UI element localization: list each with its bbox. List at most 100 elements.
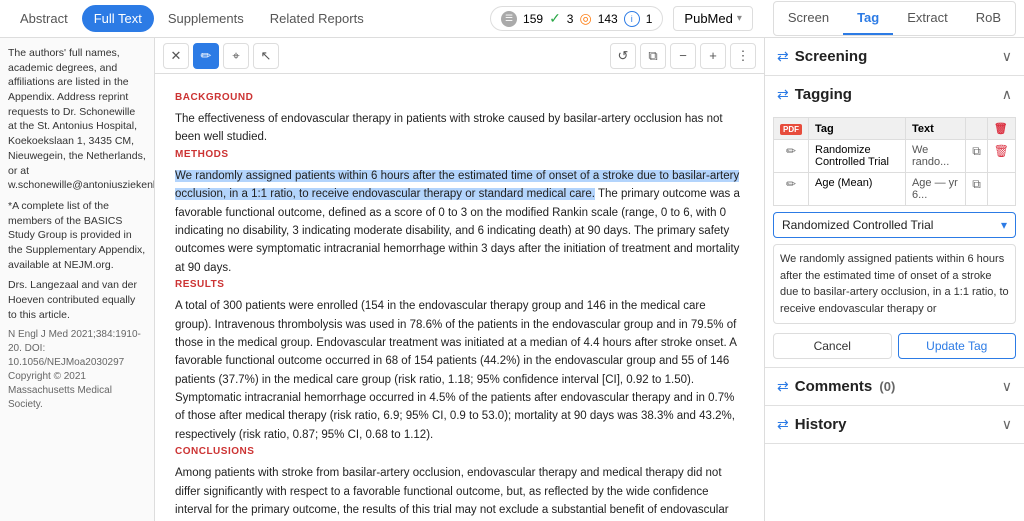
update-tag-button[interactable]: Update Tag [898, 333, 1017, 359]
screening-section: ⇄ Screening ∨ [765, 38, 1024, 76]
center-toolbar: ✕ ✏ ⌖ ↖ ↺ ⧉ − + ⋮ [155, 38, 764, 74]
stat-total-icon: ☰ [501, 11, 517, 27]
stat-checked-value: 3 [567, 12, 574, 26]
tab-related-reports[interactable]: Related Reports [258, 5, 376, 32]
tag-textarea[interactable] [773, 244, 1016, 324]
comments-refresh-icon: ⇄ [777, 378, 789, 395]
section-methods-title: METHODS [175, 147, 744, 163]
tag-action-buttons: Cancel Update Tag [773, 333, 1016, 359]
tag-dropdown[interactable]: Randomized Controlled Trial ▾ [773, 212, 1016, 238]
pubmed-button[interactable]: PubMed ▾ [673, 6, 752, 31]
tag-dropdown-container: Randomized Controlled Trial ▾ [773, 212, 1016, 238]
pencil-icon: ✏ [786, 144, 796, 158]
refresh-tool[interactable]: ↺ [610, 43, 636, 69]
section-results-title: RESULTS [175, 277, 744, 293]
sidebar-citation: N Engl J Med 2021;384:1910-20. DOI: 10.1… [8, 328, 146, 412]
history-title: History [795, 416, 847, 433]
copy-icon: ⧉ [972, 177, 981, 191]
right-panel: ⇄ Screening ∨ ⇄ Tagging ∧ [764, 38, 1024, 521]
section-conclusions-title: CONCLUSIONS [175, 444, 744, 460]
row1-pencil[interactable]: ✏ [774, 140, 809, 173]
right-panel-tabs: Screen Tag Extract RoB [773, 1, 1016, 36]
section-methods-text: We randomly assigned patients within 6 h… [175, 167, 744, 277]
tab-tag[interactable]: Tag [843, 2, 893, 35]
tab-fulltext[interactable]: Full Text [82, 5, 154, 32]
section-results-text: A total of 300 patients were enrolled (1… [175, 297, 744, 444]
comments-count-badge: (0) [879, 379, 895, 394]
dropdown-chevron-icon: ▾ [1001, 218, 1007, 232]
table-row: ✏ Randomize Controlled Trial We rando...… [774, 140, 1016, 173]
dropdown-value: Randomized Controlled Trial [782, 218, 933, 232]
col-text: Text [905, 118, 965, 140]
history-header[interactable]: ⇄ History ∨ [765, 406, 1024, 443]
screening-refresh-icon: ⇄ [777, 48, 789, 65]
history-section: ⇄ History ∨ [765, 406, 1024, 444]
tab-abstract[interactable]: Abstract [8, 5, 80, 32]
tagging-section: ⇄ Tagging ∧ PDF Tag Text [765, 76, 1024, 368]
tab-supplements[interactable]: Supplements [156, 5, 256, 32]
section-conclusions-text: Among patients with stroke from basilar-… [175, 464, 744, 521]
copy-icon: ⧉ [972, 144, 981, 158]
pubmed-chevron-icon: ▾ [737, 13, 742, 24]
tab-rob[interactable]: RoB [962, 2, 1015, 35]
stats-bar: ☰ 159 ✓ 3 ◎ 143 i 1 [490, 6, 663, 31]
cancel-button[interactable]: Cancel [773, 333, 892, 359]
zoom-in-tool[interactable]: + [700, 43, 726, 69]
row1-text: We rando... [905, 140, 965, 173]
row1-trash-icon[interactable]: 🗑 [987, 140, 1015, 173]
row2-text: Age — yr 6... [905, 173, 965, 206]
section-background-title: BACKGROUND [175, 90, 744, 106]
row2-tag: Age (Mean) [809, 173, 906, 206]
comments-chevron-icon: ∨ [1002, 378, 1012, 395]
stat-checked-icon: ✓ [549, 10, 561, 27]
comments-title: Comments (0) [795, 378, 896, 395]
comments-header[interactable]: ⇄ Comments (0) ∨ [765, 368, 1024, 405]
tag-table: PDF Tag Text 🗑 ✏ Randomize Controlled Tr… [773, 117, 1016, 206]
tagging-header[interactable]: ⇄ Tagging ∧ [765, 76, 1024, 113]
article-sidebar: The authors' full names, academic degree… [0, 38, 155, 521]
more-tool[interactable]: ⋮ [730, 43, 756, 69]
sidebar-text-affiliations: The authors' full names, academic degree… [8, 46, 146, 193]
table-row: ✏ Age (Mean) Age — yr 6... ⧉ [774, 173, 1016, 206]
stat-pending-value: 143 [598, 12, 618, 26]
stat-flagged-value: 1 [646, 12, 653, 26]
section-methods: METHODS We randomly assigned patients wi… [175, 147, 744, 277]
screening-chevron-icon: ∨ [1002, 48, 1012, 65]
col-copy [966, 118, 988, 140]
lasso-tool[interactable]: ⌖ [223, 43, 249, 69]
tab-screen[interactable]: Screen [774, 2, 843, 35]
arrow-tool[interactable]: ↖ [253, 43, 279, 69]
tab-extract[interactable]: Extract [893, 2, 961, 35]
screening-header[interactable]: ⇄ Screening ∨ [765, 38, 1024, 75]
copy-tool[interactable]: ⧉ [640, 43, 666, 69]
row2-copy-icon[interactable]: ⧉ [966, 173, 988, 206]
section-background-text: The effectiveness of endovascular therap… [175, 110, 744, 147]
col-pdf-icon: PDF [774, 118, 809, 140]
trash-icon: 🗑 [994, 144, 1009, 158]
row1-tag: Randomize Controlled Trial [809, 140, 906, 173]
article-content: BACKGROUND The effectiveness of endovasc… [155, 74, 764, 521]
pencil-tool[interactable]: ✏ [193, 43, 219, 69]
sidebar-text-contributors: Drs. Langezaal and van der Hoeven contri… [8, 278, 146, 322]
highlighted-text: We randomly assigned patients within 6 h… [175, 170, 739, 200]
zoom-out-tool[interactable]: − [670, 43, 696, 69]
sidebar-text-basics: *A complete list of the members of the B… [8, 199, 146, 272]
stat-total-value: 159 [523, 12, 543, 26]
col-trash: 🗑 [987, 118, 1015, 140]
row2-trash-icon[interactable] [987, 173, 1015, 206]
cursor-tool[interactable]: ✕ [163, 43, 189, 69]
col-tag: Tag [809, 118, 906, 140]
section-results: RESULTS A total of 300 patients were enr… [175, 277, 744, 444]
section-conclusions: CONCLUSIONS Among patients with stroke f… [175, 444, 744, 521]
screening-title: Screening [795, 48, 868, 65]
tagging-refresh-icon: ⇄ [777, 86, 789, 103]
history-chevron-icon: ∨ [1002, 416, 1012, 433]
tagging-title: Tagging [795, 86, 852, 103]
trash-header-icon: 🗑 [994, 123, 1008, 135]
row2-pencil[interactable]: ✏ [774, 173, 809, 206]
stat-pending-icon: ◎ [579, 10, 591, 27]
row1-copy-icon[interactable]: ⧉ [966, 140, 988, 173]
tagging-content: PDF Tag Text 🗑 ✏ Randomize Controlled Tr… [765, 113, 1024, 367]
comments-section: ⇄ Comments (0) ∨ [765, 368, 1024, 406]
top-nav: Abstract Full Text Supplements Related R… [0, 0, 1024, 38]
